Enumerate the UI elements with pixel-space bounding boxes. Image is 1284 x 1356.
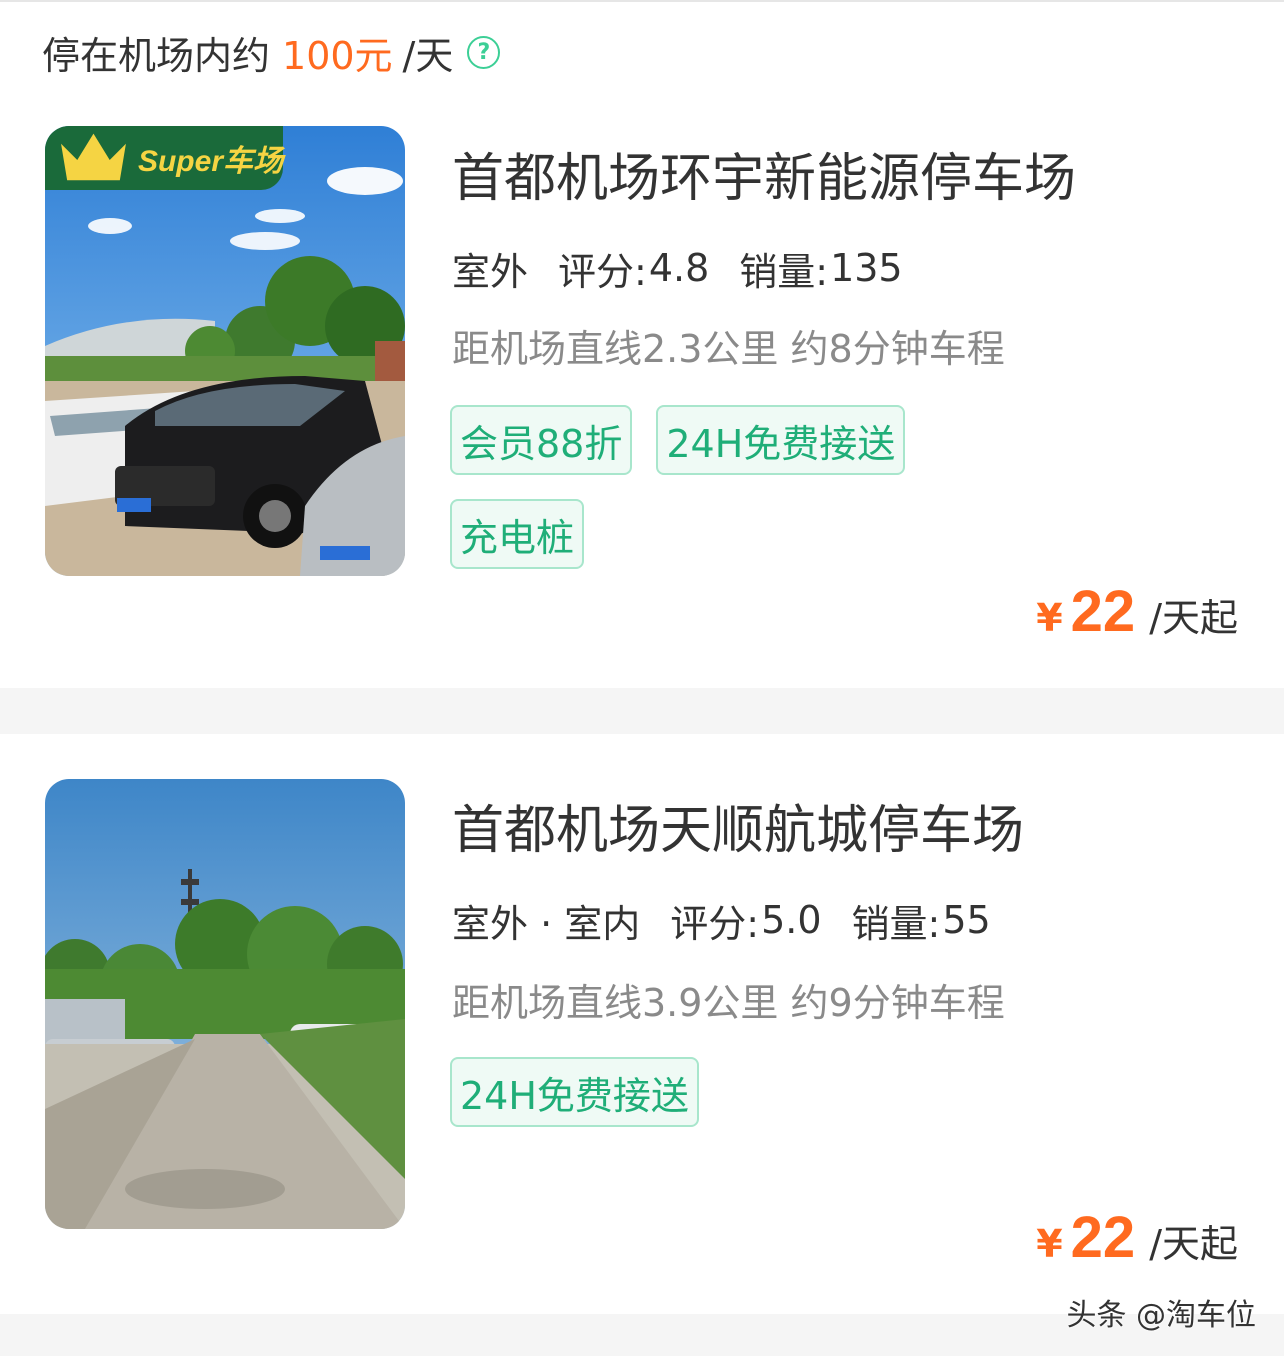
parking-lot-photo bbox=[45, 779, 405, 1229]
feature-tag: 24H免费接送 bbox=[450, 1057, 699, 1127]
sales-value: 55 bbox=[942, 898, 991, 942]
currency-symbol: ¥ bbox=[1036, 1222, 1063, 1266]
watermark: 头条 @淘车位 bbox=[1066, 1298, 1256, 1333]
price-suffix: /天起 bbox=[1149, 596, 1238, 640]
currency-symbol: ¥ bbox=[1036, 596, 1063, 640]
parking-lot-name[interactable]: 首都机场环宇新能源停车场 bbox=[452, 136, 1076, 211]
price-note-unit: /天 bbox=[402, 33, 454, 78]
crown-icon bbox=[61, 133, 126, 181]
super-lot-badge-text: Super车场 bbox=[137, 145, 283, 178]
parking-listing-card[interactable]: Super车场 首都机场环宇新能源停车场 室外 评分: 4.8 销量: 135 … bbox=[0, 100, 1284, 688]
starting-price: ¥ 22 /天起 bbox=[1036, 578, 1238, 645]
distance-info: 距机场直线2.3公里 约8分钟车程 bbox=[452, 327, 1005, 371]
starting-price: ¥ 22 /天起 bbox=[1036, 1204, 1238, 1271]
sales-label: 销量: bbox=[851, 901, 941, 946]
feature-tags: 会员88折 24H免费接送 充电桩 bbox=[450, 405, 1010, 569]
parking-lot-name[interactable]: 首都机场天顺航城停车场 bbox=[452, 788, 1024, 863]
score-value: 5.0 bbox=[761, 898, 822, 942]
price-value: 22 bbox=[1070, 1205, 1136, 1270]
feature-tag: 会员88折 bbox=[450, 405, 633, 475]
feature-tag: 24H免费接送 bbox=[656, 405, 906, 475]
price-suffix: /天起 bbox=[1149, 1222, 1238, 1266]
listing-meta: 室外 · 室内 评分: 5.0 销量: 55 bbox=[447, 893, 991, 952]
sales-value: 135 bbox=[830, 246, 903, 290]
parking-lot-photo: Super车场 bbox=[45, 126, 405, 576]
score-label: 评分: bbox=[558, 249, 647, 294]
price-note-amount: 100元 bbox=[282, 33, 393, 78]
top-divider bbox=[0, 0, 1284, 2]
listing-meta: 室外 评分: 4.8 销量: 135 bbox=[447, 241, 903, 300]
score-label: 评分: bbox=[670, 901, 760, 946]
distance-info: 距机场直线3.9公里 约9分钟车程 bbox=[452, 981, 1005, 1025]
price-value: 22 bbox=[1070, 579, 1136, 644]
environment-label: 室外 bbox=[447, 241, 533, 300]
question-circle-icon[interactable]: ? bbox=[467, 35, 501, 69]
parking-listing-card[interactable]: 首都机场天顺航城停车场 室外 · 室内 评分: 5.0 销量: 55 距机场直线… bbox=[0, 734, 1284, 1314]
feature-tag: 充电桩 bbox=[450, 499, 585, 569]
sales-label: 销量: bbox=[739, 249, 829, 294]
score-value: 4.8 bbox=[648, 246, 710, 290]
average-price-note: 停在机场内约 100元 /天 ? bbox=[42, 26, 501, 78]
price-note-prefix: 停在机场内约 bbox=[42, 33, 271, 78]
feature-tags: 24H免费接送 bbox=[450, 1057, 1010, 1127]
section-divider bbox=[0, 688, 1284, 734]
environment-label: 室外 · 室内 bbox=[447, 893, 645, 952]
super-lot-badge: Super车场 bbox=[45, 126, 283, 190]
